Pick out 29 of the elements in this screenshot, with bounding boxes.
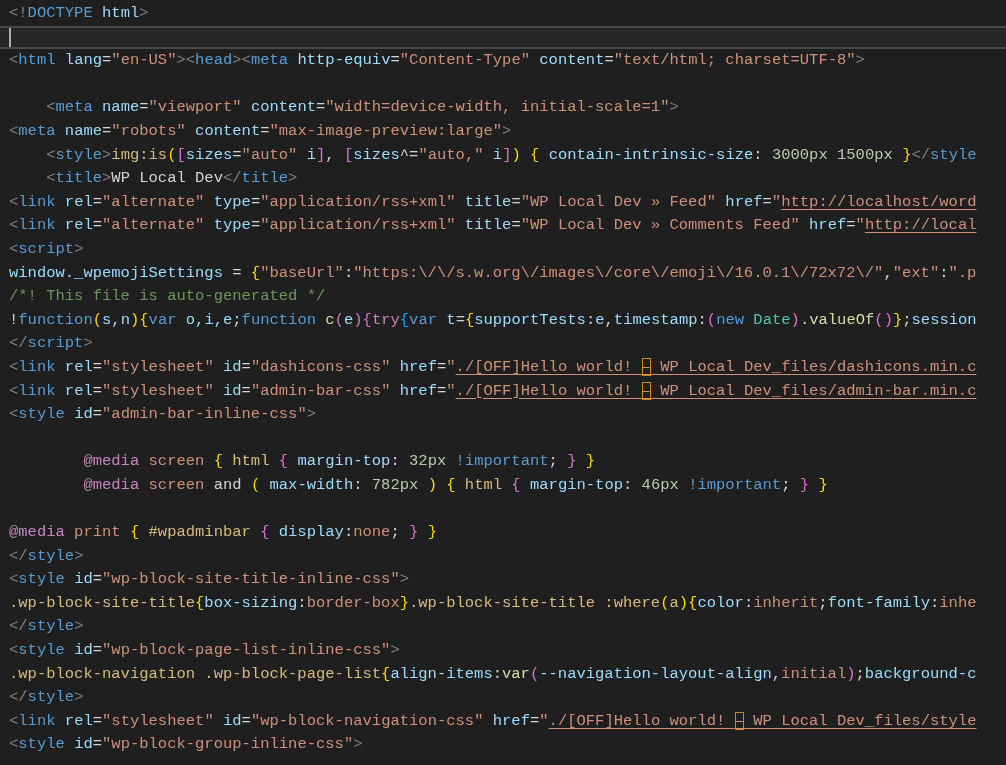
code-line: </script> bbox=[9, 333, 93, 355]
code-line: <style id="wp-block-group-inline-css"> bbox=[9, 734, 363, 756]
code-line: window._wpemojiSettings = {"baseUrl":"https:\/\/s.w.org\/images\/core\/emoji\/16.0.1\/72x72\/","ext":".p bbox=[9, 262, 977, 284]
code-line: <!DOCTYPE html> bbox=[9, 3, 149, 24]
code-line: <title>WP Local Dev</title> bbox=[45, 168, 298, 190]
code-line: <link rel="alternate" type="application/rss+xml" title="WP Local Dev » Feed" href="http://localhost/word bbox=[9, 191, 977, 213]
code-line: /*! This file is auto-generated */ bbox=[9, 286, 326, 308]
code-line: @media screen { html { margin-top: 32px !important; } } bbox=[82, 451, 596, 473]
code-line: @media screen and ( max-width: 782px ) { html { margin-top: 46px !important; } } bbox=[82, 474, 828, 496]
code-line: <style id="wp-block-page-list-inline-css"> bbox=[9, 640, 400, 662]
code-line: <style id="wp-block-site-title-inline-css"> bbox=[9, 569, 409, 591]
code-line: <link rel="stylesheet" id="dashicons-css" href="./[OFF]Hello world! – WP Local Dev_files/dashicons.min.c bbox=[9, 356, 977, 378]
code-line: </style> bbox=[9, 687, 84, 709]
code-line: <style>img:is([sizes="auto" i], [sizes^="auto," i]) { contain-intrinsic-size: 3000px 1500px }</style bbox=[45, 144, 977, 166]
code-line: <html lang="en-US"><head><meta http-equiv="Content-Type" content="text/html; charset=UTF-8"> bbox=[9, 50, 865, 72]
code-line: <link rel="stylesheet" id="wp-block-navigation-css" href="./[OFF]Hello world! – WP Local Dev_files/style bbox=[9, 710, 977, 732]
code-line: .wp-block-site-title{box-sizing:border-box}.wp-block-site-title :where(a){color:inherit;font-family:inhe bbox=[9, 592, 977, 614]
text-cursor bbox=[9, 27, 11, 47]
code-line: @media print { #wpadminbar { display:none; } } bbox=[9, 522, 437, 544]
code-line: </style> bbox=[9, 545, 84, 567]
code-line: <style id="admin-bar-inline-css"> bbox=[9, 404, 316, 426]
code-line: <meta name="viewport" content="width=device-width, initial-scale=1"> bbox=[45, 97, 679, 119]
code-line: <link rel="alternate" type="application/rss+xml" title="WP Local Dev » Comments Feed" href="http://local bbox=[9, 215, 977, 237]
code-line: .wp-block-navigation .wp-block-page-list{align-items:var(--navigation-layout-align,initial);background-c bbox=[9, 663, 977, 685]
code-line: !function(s,n){var o,i,e;function c(e){try{var t={supportTests:e,timestamp:(new Date).valueOf()};session bbox=[9, 309, 977, 331]
code-line: <script> bbox=[9, 238, 84, 260]
code-line: <link rel="stylesheet" id="admin-bar-css" href="./[OFF]Hello world! – WP Local Dev_files/admin-bar.min.c bbox=[9, 380, 977, 402]
code-line: <meta name="robots" content="max-image-preview:large"> bbox=[9, 120, 512, 142]
code-line: </style> bbox=[9, 616, 84, 638]
